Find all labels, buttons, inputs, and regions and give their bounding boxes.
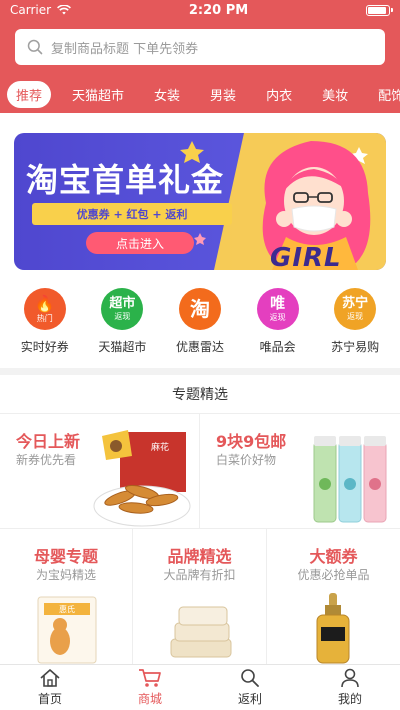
tab-underwear[interactable]: 内衣 [257,81,301,108]
banner-title: 淘宝首单礼金 [26,161,225,199]
card-subtitle: 新券优先看 [16,453,77,467]
featured-section: 专题精选 今日上新 新券优先看 麻花 9块9包邮 白菜价好物 母婴专题 为宝妈精… [0,375,400,665]
tab-accessories[interactable]: 配饰 [369,81,400,108]
bottom-nav: 首页 商城 返利 我的 [0,664,400,710]
banner-ribbon: 优惠券 + 红包 + 返利 [32,203,232,225]
carrier-label: Carrier [10,3,52,17]
category-label: 优惠雷达 [175,340,224,354]
nav-home[interactable]: 首页 [0,665,100,710]
banner-enter-button[interactable]: 点击进入 [86,232,194,254]
banner-image-text: GIRL [270,243,342,270]
category-tmall[interactable]: 超市 返现 天猫超市 [87,288,157,368]
user-icon [341,668,359,688]
wifi-icon [57,5,72,15]
featured-row-top: 今日上新 新券优先看 麻花 9块9包邮 白菜价好物 [0,413,400,528]
milk-powder-icon: 惠氏 [37,596,97,664]
battery-icon [366,4,393,16]
category-label: 苏宁易购 [331,340,380,354]
tab-recommend[interactable]: 推荐 [7,80,52,108]
serum-bottle-icon [316,593,350,664]
svg-text:麻花: 麻花 [151,441,169,453]
nav-label: 首页 [37,692,62,706]
featured-row-bottom: 母婴专题 为宝妈精选 惠氏 品牌精选 大品牌有折扣 大额券 优惠必抢单品 [0,528,400,665]
category-label: 唯品会 [259,340,296,354]
category-radar[interactable]: 淘 优惠雷达 [165,288,235,368]
suning-icon: 苏宁 返现 [334,288,377,330]
home-icon [40,669,60,687]
card-title: 母婴专题 [33,547,98,566]
svg-text:惠氏: 惠氏 [59,604,75,614]
taobao-icon: 淘 [178,288,221,330]
category-coupons[interactable]: 🔥 热门 实时好券 [10,288,80,368]
category-tabs: 推荐 天猫超市 女装 男装 内衣 美妆 配饰 [0,80,400,108]
search-placeholder: 复制商品标题 下单先领券 [51,41,199,57]
cosmetic-bottles-icon [313,436,387,523]
clock: 2:20 PM [188,2,249,18]
card-brand-select[interactable]: 品牌精选 大品牌有折扣 [133,529,267,665]
vip-icon: 唯 返现 [256,288,299,330]
category-label: 天猫超市 [98,340,147,354]
section-title: 专题精选 [172,387,228,403]
card-nine-nine[interactable]: 9块9包邮 白菜价好物 [200,414,400,528]
nav-label: 我的 [337,692,362,706]
nav-label: 商城 [137,692,162,706]
status-bar: Carrier 2:20 PM [0,0,400,20]
tmall-icon: 超市 返现 [101,288,144,330]
card-title: 9块9包邮 [216,432,287,451]
banner-area: 淘宝首单礼金 优惠券 + 红包 + 返利 点击进入 GIRL [0,113,400,283]
card-subtitle: 白菜价好物 [216,453,277,467]
promo-banner[interactable]: 淘宝首单礼金 优惠券 + 红包 + 返利 点击进入 GIRL [14,133,386,270]
card-title: 大额券 [309,547,358,566]
cart-icon [139,669,161,687]
card-new-today[interactable]: 今日上新 新券优先看 麻花 [0,414,200,528]
nav-mall[interactable]: 商城 [100,665,200,710]
card-subtitle: 优惠必抢单品 [297,568,370,582]
towel-stack-icon [170,606,232,658]
tab-mens-wear[interactable]: 男装 [201,81,245,108]
card-title: 今日上新 [16,432,81,451]
nav-rebate[interactable]: 返利 [200,665,300,710]
search-icon [27,39,43,55]
snack-box-icon: 麻花 [93,430,191,527]
tab-tmall-supermarket[interactable]: 天猫超市 [63,81,133,108]
fire-icon: 🔥 热门 [23,288,66,330]
card-big-coupon[interactable]: 大额券 优惠必抢单品 [267,529,400,665]
card-title: 品牌精选 [167,547,232,566]
search-icon [241,669,259,687]
nav-profile[interactable]: 我的 [300,665,400,710]
card-subtitle: 大品牌有折扣 [163,568,236,582]
category-suning[interactable]: 苏宁 返现 苏宁易购 [320,288,390,368]
quick-categories: 🔥 热门 实时好券 超市 返现 天猫超市 淘 优惠雷达 唯 返现 唯品会 苏宁 … [0,283,400,368]
category-label: 实时好券 [20,340,69,354]
card-mother-baby[interactable]: 母婴专题 为宝妈精选 惠氏 [0,529,133,665]
card-subtitle: 为宝妈精选 [35,568,96,582]
app-header: Carrier 2:20 PM 复制商品标题 下单先领券 推荐 天猫超市 女装 … [0,0,400,113]
nav-label: 返利 [237,692,262,706]
tab-beauty[interactable]: 美妆 [313,81,357,108]
category-vip[interactable]: 唯 返现 唯品会 [243,288,313,368]
tab-womens-wear[interactable]: 女装 [145,81,189,108]
search-input[interactable]: 复制商品标题 下单先领券 [15,29,385,65]
